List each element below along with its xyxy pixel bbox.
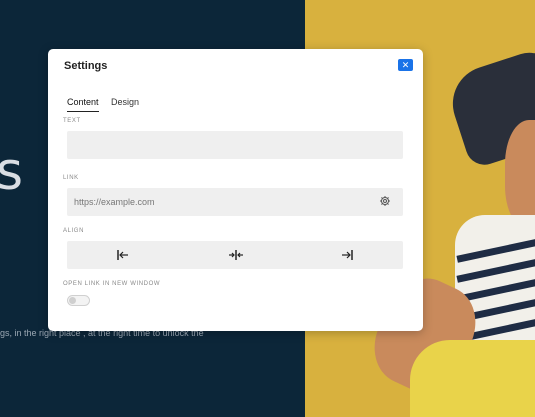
align-control xyxy=(67,241,403,269)
close-button[interactable]: ✕ xyxy=(398,59,413,71)
settings-dialog: Settings ✕ Content Design TEXT LINK ALIG… xyxy=(48,49,423,331)
new-window-toggle[interactable] xyxy=(67,295,90,306)
align-right-icon xyxy=(342,250,353,260)
align-right-button[interactable] xyxy=(291,241,403,269)
new-window-label: OPEN LINK IN NEW WINDOW xyxy=(63,281,161,287)
text-field-label: TEXT xyxy=(63,118,81,124)
tab-design[interactable]: Design xyxy=(111,97,139,111)
tab-content[interactable]: Content xyxy=(67,97,99,112)
toggle-knob xyxy=(69,297,76,304)
align-label: ALIGN xyxy=(63,228,85,234)
dialog-title: Settings xyxy=(64,60,108,72)
link-field-label: LINK xyxy=(63,175,79,181)
link-input[interactable] xyxy=(67,188,403,216)
align-left-icon xyxy=(117,250,128,260)
tab-bar: Content Design xyxy=(67,92,147,112)
align-center-icon xyxy=(229,250,243,260)
align-left-button[interactable] xyxy=(67,241,179,269)
photo-yellow-sleeve xyxy=(410,340,535,417)
text-input[interactable] xyxy=(67,131,403,159)
align-center-button[interactable] xyxy=(179,241,291,269)
close-icon: ✕ xyxy=(401,60,410,70)
gear-icon[interactable] xyxy=(379,194,393,208)
photo-hand xyxy=(505,120,535,230)
